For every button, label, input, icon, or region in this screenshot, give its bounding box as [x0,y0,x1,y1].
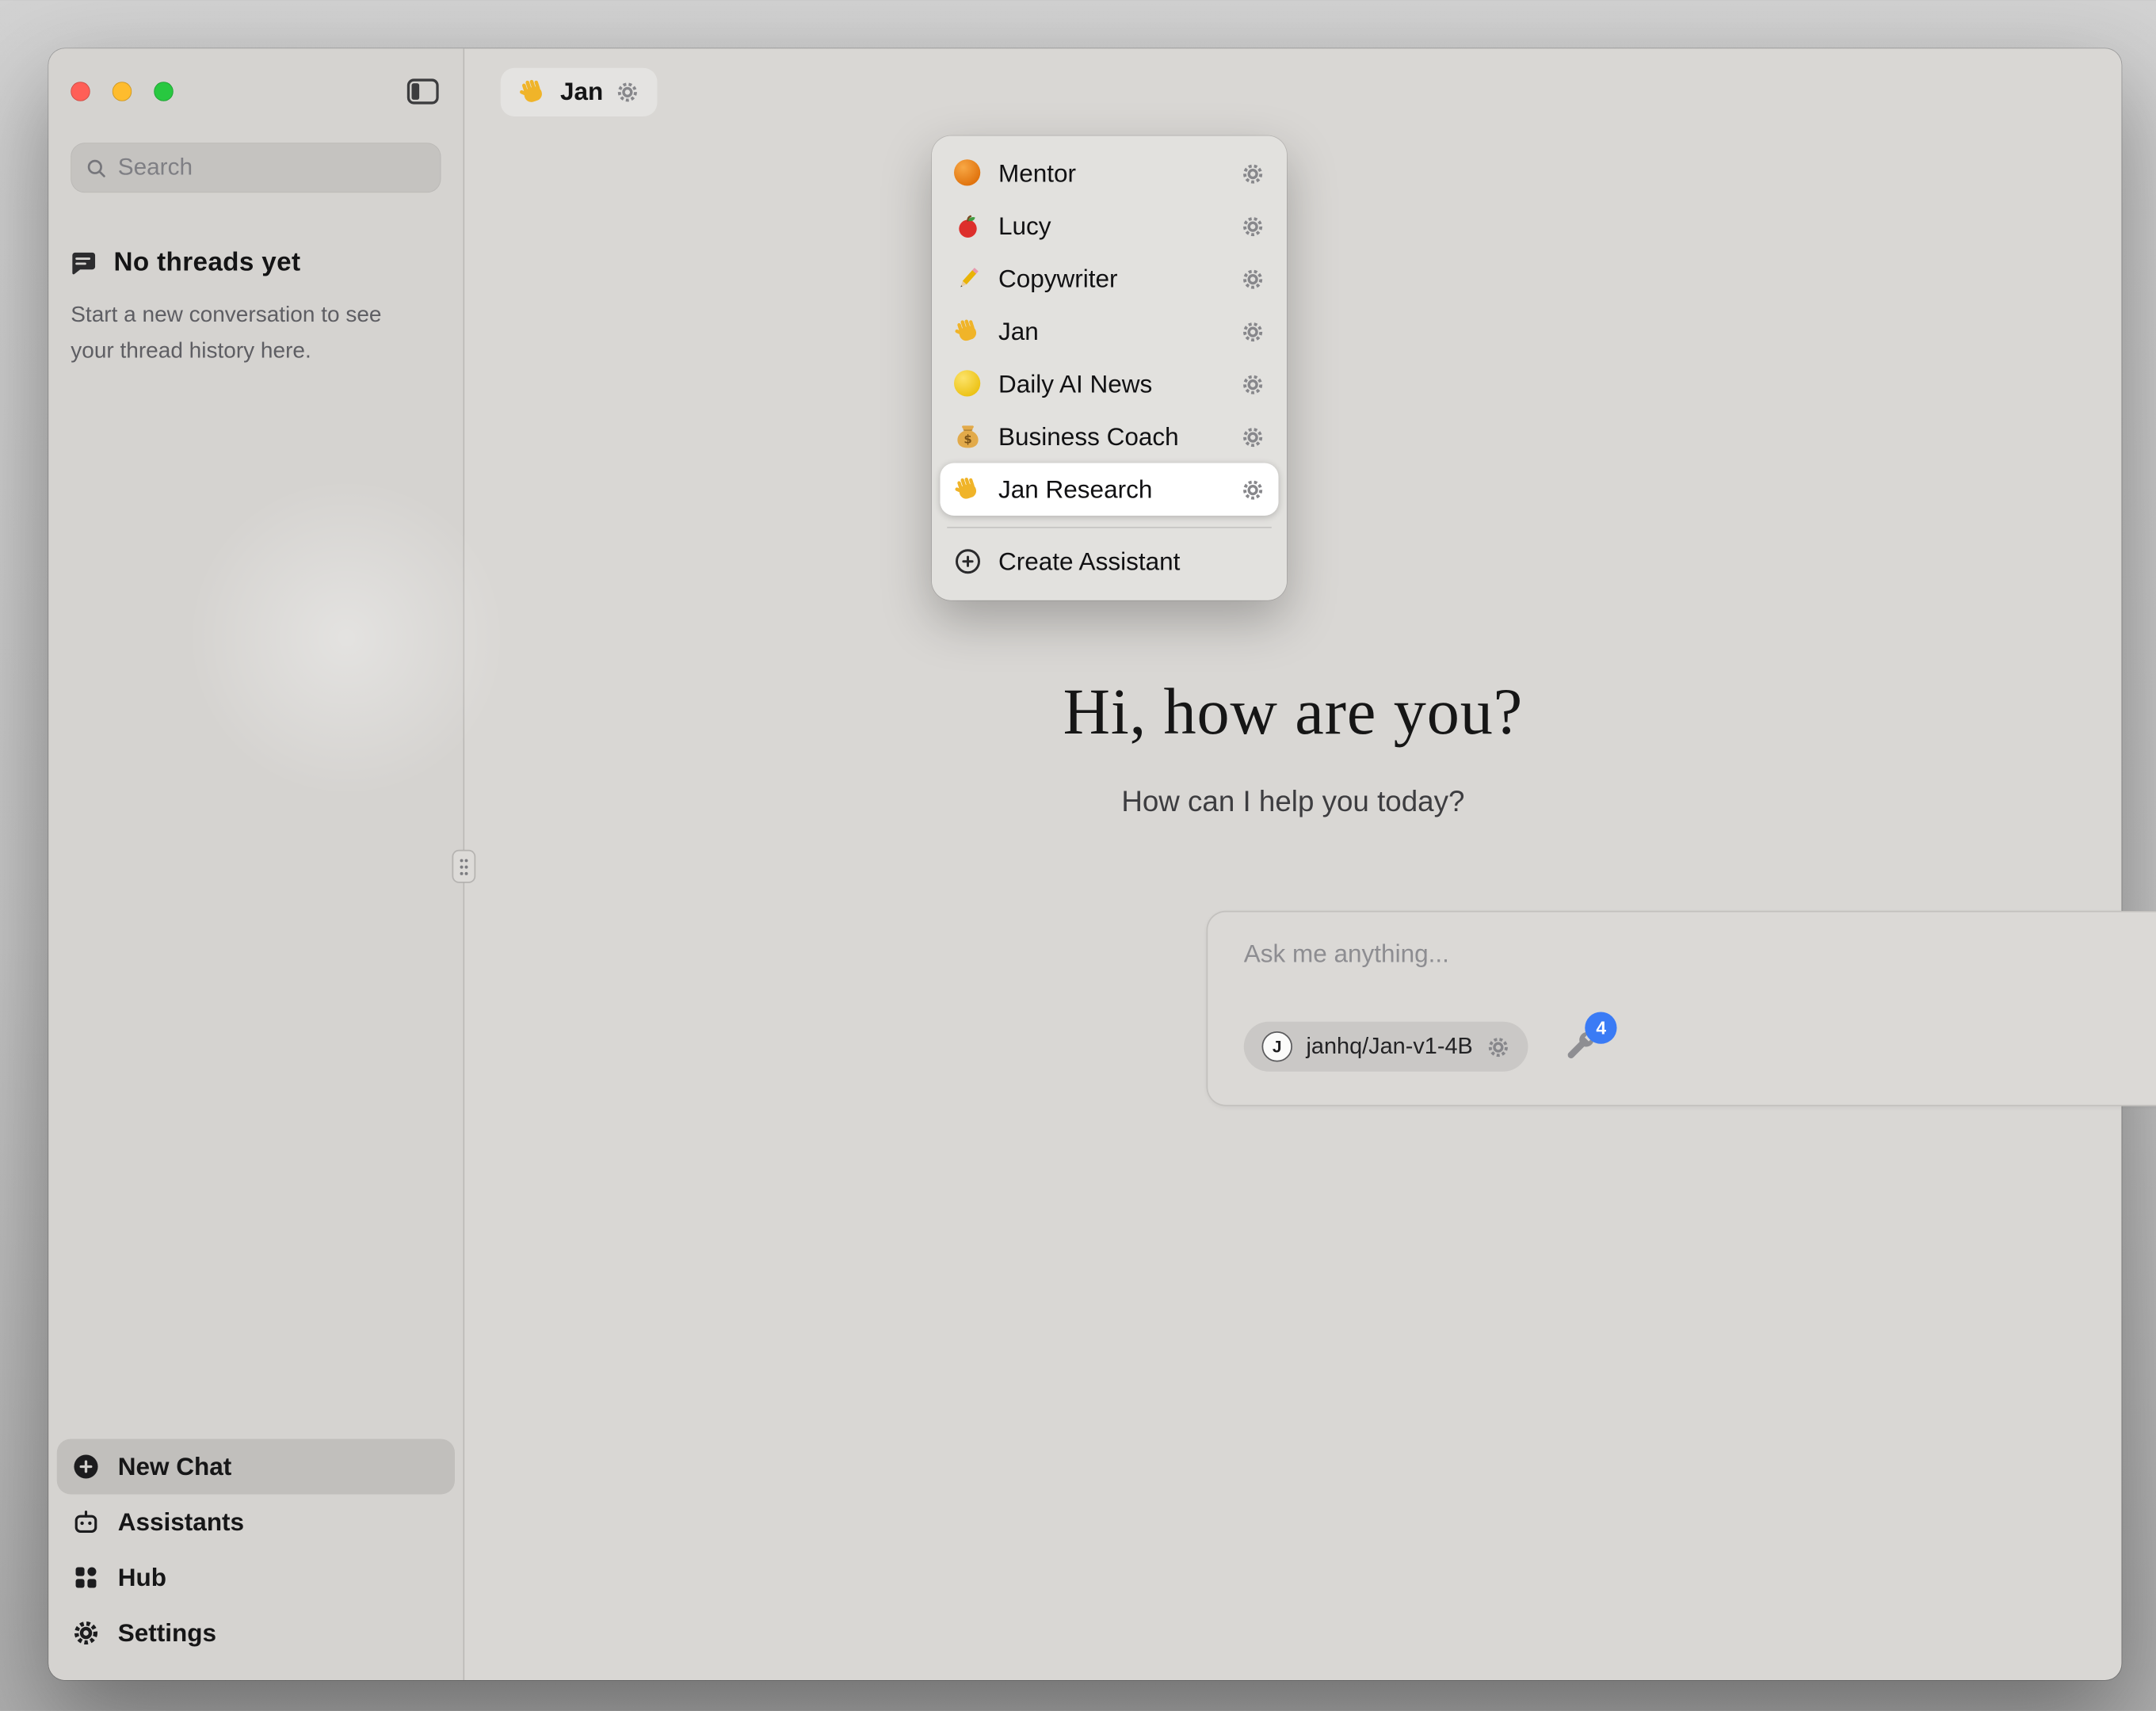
model-selector[interactable]: J janhq/Jan-v1-4B [1244,1022,1528,1072]
current-assistant-name: Jan [560,77,603,106]
greeting: Hi, how are you? How can I help you toda… [464,675,2121,819]
hub-grid-icon [72,1564,100,1591]
sidebar-item-assistants[interactable]: Assistants [57,1495,455,1550]
chat-input[interactable] [1244,940,2156,1004]
menu-item-label: Jan Research [998,474,1152,504]
waving-hand-icon [954,475,982,503]
sidebar-item-new-chat[interactable]: New Chat [57,1439,455,1495]
sidebar-nav: New Chat Assistants Hub Settings [48,1439,463,1681]
menu-item-label: Copywriter [998,264,1118,293]
menu-item-jan-research[interactable]: Jan Research [941,463,1279,516]
waving-hand-icon [519,77,548,106]
app-window: No threads yet Start a new conversation … [48,48,2121,1680]
assistant-settings-gear-icon[interactable] [616,80,639,104]
yellow-circle-icon [954,370,980,396]
minimize-button[interactable] [113,82,132,101]
nav-label: Hub [118,1563,166,1592]
nav-label: Settings [118,1618,216,1648]
model-settings-gear-icon[interactable] [1486,1035,1510,1058]
chat-bubble-icon [71,250,98,277]
tools-button[interactable]: 4 [1564,1029,1601,1065]
titlebar [48,48,463,135]
grip-dots-icon [458,856,471,877]
nav-label: New Chat [118,1452,232,1481]
menu-item-lucy[interactable]: Lucy [941,200,1279,253]
plus-circle-outline-icon [954,547,982,575]
gear-icon[interactable] [1241,425,1265,448]
greeting-subtitle: How can I help you today? [464,786,2121,819]
settings-gear-icon [72,1619,100,1647]
menu-item-mentor[interactable]: Mentor [941,147,1279,200]
gear-icon[interactable] [1241,214,1265,238]
menu-item-jan[interactable]: Jan [941,305,1279,358]
apple-icon [954,212,982,240]
create-assistant-button[interactable]: Create Assistant [941,534,1279,589]
sidebar-item-settings[interactable]: Settings [57,1606,455,1661]
sidebar-toggle-icon[interactable] [405,76,441,107]
tools-count-badge: 4 [1586,1012,1617,1044]
model-avatar: J [1262,1031,1293,1062]
search-box [71,143,441,192]
greeting-title: Hi, how are you? [464,675,2121,750]
menu-divider [947,527,1272,528]
menu-item-copywriter[interactable]: Copywriter [941,253,1279,306]
close-button[interactable] [71,82,90,101]
menu-item-business-coach[interactable]: Business Coach [941,410,1279,463]
gear-icon[interactable] [1241,372,1265,396]
desktop: No threads yet Start a new conversation … [0,0,2156,1711]
model-name: janhq/Jan-v1-4B [1307,1034,1473,1060]
threads-empty-state: No threads yet Start a new conversation … [48,192,463,369]
main-area: Jan Mentor Lucy Copywriter [464,48,2121,1680]
search-input[interactable] [118,154,427,181]
menu-item-label: Lucy [998,211,1051,241]
gear-icon[interactable] [1241,478,1265,501]
traffic-lights [71,82,174,101]
main-header: Jan [464,48,2121,135]
sidebar: No threads yet Start a new conversation … [48,48,464,1680]
assistant-dropdown-menu: Mentor Lucy Copywriter Jan [932,136,1287,600]
menu-item-label: Daily AI News [998,369,1152,398]
nav-label: Assistants [118,1507,244,1537]
menu-item-label: Jan [998,317,1039,346]
menu-item-label: Business Coach [998,422,1179,452]
gear-icon[interactable] [1241,267,1265,291]
gear-icon[interactable] [1241,162,1265,185]
waving-hand-icon [954,318,982,345]
money-bag-icon [954,423,982,451]
create-assistant-label: Create Assistant [998,547,1180,576]
assistants-icon [72,1508,100,1536]
chat-composer: J janhq/Jan-v1-4B 4 [1207,911,2156,1107]
zoom-button[interactable] [154,82,174,101]
plus-circle-icon [72,1453,100,1480]
assistant-selector[interactable]: Jan [501,67,658,116]
pencil-icon [954,265,982,292]
empty-state-title: No threads yet [114,248,301,279]
menu-item-label: Mentor [998,158,1076,188]
gear-icon[interactable] [1241,319,1265,343]
empty-state-description: Start a new conversation to see your thr… [71,298,420,369]
sidebar-item-hub[interactable]: Hub [57,1550,455,1606]
search-icon [85,156,109,180]
menu-item-daily-ai-news[interactable]: Daily AI News [941,358,1279,411]
sidebar-resize-handle[interactable] [452,850,476,883]
orange-circle-icon [954,159,980,185]
